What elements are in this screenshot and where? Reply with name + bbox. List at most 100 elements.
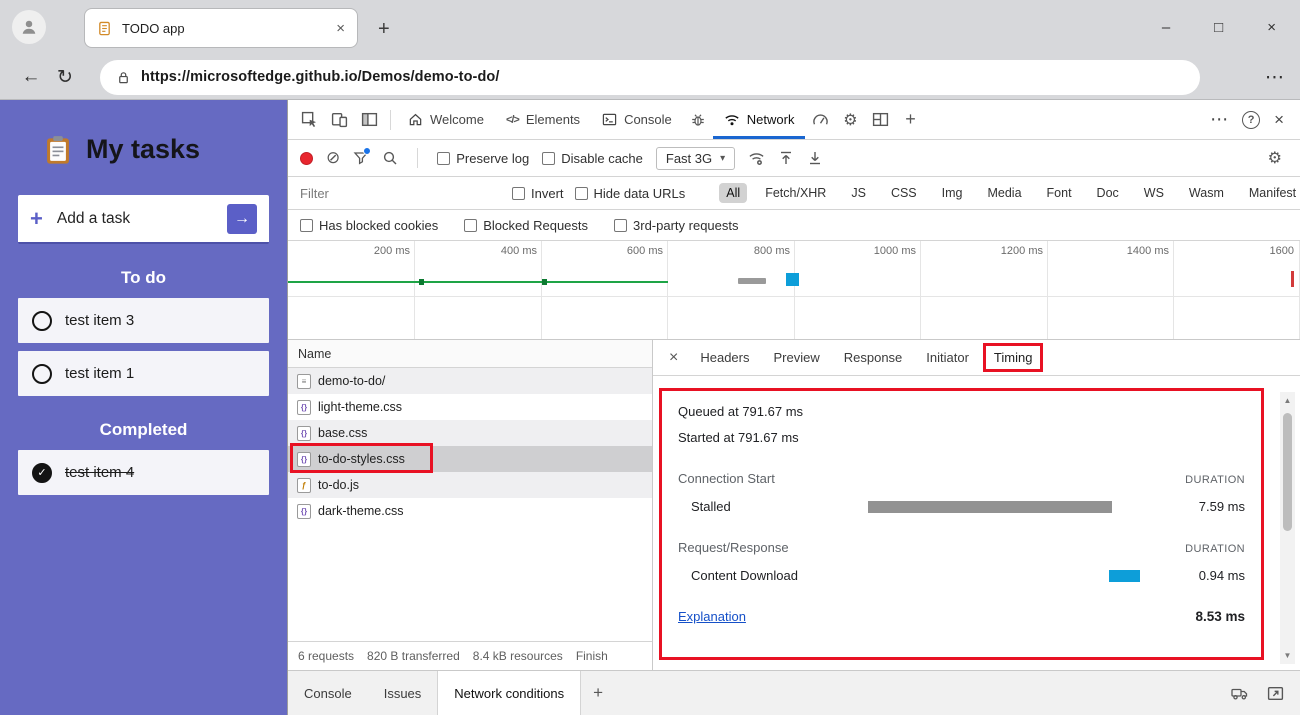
- tab-response[interactable]: Response: [834, 344, 913, 371]
- tab-initiator[interactable]: Initiator: [916, 344, 979, 371]
- search-icon[interactable]: [382, 150, 398, 166]
- disable-cache-checkbox[interactable]: Disable cache: [542, 151, 643, 166]
- tab-close-icon[interactable]: ×: [336, 20, 345, 37]
- back-button[interactable]: ←: [14, 66, 48, 88]
- tab-elements[interactable]: </> Elements: [495, 100, 591, 139]
- clear-button[interactable]: ⊘: [326, 148, 340, 168]
- task-label: test item 3: [65, 312, 135, 329]
- drawer-tab-console[interactable]: Console: [288, 671, 368, 715]
- filter-type-ws[interactable]: WS: [1137, 183, 1171, 203]
- scrollbar-thumb[interactable]: [1283, 413, 1292, 531]
- browser-tab[interactable]: TODO app ×: [84, 8, 358, 48]
- filter-type-font[interactable]: Font: [1040, 183, 1079, 203]
- bug-icon[interactable]: [683, 105, 713, 135]
- request-row[interactable]: {} light-theme.css: [288, 394, 652, 420]
- task-checkbox[interactable]: [32, 363, 52, 384]
- add-panel-button[interactable]: +: [895, 105, 925, 135]
- open-panel-icon[interactable]: [1267, 685, 1284, 702]
- settings-gear-icon[interactable]: ⚙: [835, 105, 865, 135]
- column-header-label: Name: [298, 346, 332, 361]
- profile-avatar[interactable]: [12, 10, 46, 44]
- drawer-tab-network-conditions[interactable]: Network conditions: [437, 671, 582, 715]
- devtools-menu-button[interactable]: ⋯: [1210, 109, 1228, 130]
- close-details-icon[interactable]: ×: [669, 349, 678, 367]
- refresh-button[interactable]: ↻: [48, 66, 82, 89]
- inspect-element-icon[interactable]: [294, 105, 324, 135]
- drawer-tab-issues[interactable]: Issues: [368, 671, 438, 715]
- timeline-tick-label: 600 ms: [626, 245, 663, 257]
- tab-headers[interactable]: Headers: [690, 344, 759, 371]
- details-scrollbar[interactable]: ▲ ▼: [1280, 392, 1295, 664]
- checkbox-label: Blocked Requests: [483, 217, 589, 233]
- filter-toggle-icon[interactable]: [353, 147, 372, 166]
- filter-type-doc[interactable]: Doc: [1090, 183, 1126, 203]
- submit-task-button[interactable]: →: [227, 203, 257, 234]
- new-tab-button[interactable]: +: [378, 18, 390, 41]
- record-button[interactable]: [300, 151, 313, 165]
- device-toolbar-icon[interactable]: [324, 105, 354, 135]
- scroll-up-icon[interactable]: ▲: [1284, 392, 1292, 409]
- task-item[interactable]: test item 1: [18, 351, 269, 396]
- has-blocked-cookies-checkbox[interactable]: Has blocked cookies: [300, 218, 438, 233]
- third-party-requests-checkbox[interactable]: 3rd-party requests: [614, 218, 739, 233]
- explanation-link[interactable]: Explanation: [678, 609, 746, 624]
- truck-icon[interactable]: [1231, 685, 1249, 701]
- completed-task-item[interactable]: ✓ test item 4: [18, 450, 269, 495]
- performance-gauge-icon[interactable]: [805, 105, 835, 135]
- layout-panels-icon[interactable]: [865, 105, 895, 135]
- toggle-panel-icon[interactable]: [354, 105, 384, 135]
- filter-type-fetch-xhr[interactable]: Fetch/XHR: [758, 183, 833, 203]
- filter-type-media[interactable]: Media: [980, 183, 1028, 203]
- import-har-icon[interactable]: [778, 150, 794, 166]
- stalled-bar-area: [868, 500, 1165, 513]
- export-har-icon[interactable]: [807, 150, 823, 166]
- filter-type-img[interactable]: Img: [935, 183, 970, 203]
- add-task-button[interactable]: + Add a task →: [18, 195, 269, 244]
- request-row[interactable]: {} base.css: [288, 420, 652, 446]
- request-row[interactable]: {} dark-theme.css: [288, 498, 652, 524]
- window-maximize-button[interactable]: □: [1214, 19, 1223, 36]
- tab-welcome[interactable]: Welcome: [397, 100, 495, 139]
- task-checkbox[interactable]: [32, 310, 52, 331]
- network-settings-gear-icon[interactable]: ⚙: [1268, 148, 1282, 168]
- address-bar[interactable]: https://microsoftedge.github.io/Demos/de…: [100, 59, 1200, 95]
- scroll-down-icon[interactable]: ▼: [1284, 647, 1292, 664]
- task-checkbox-checked[interactable]: ✓: [32, 462, 52, 483]
- throttling-dropdown[interactable]: Fast 3G ▾: [655, 146, 736, 170]
- checkbox-label: Invert: [531, 185, 564, 201]
- close-devtools-button[interactable]: ×: [1274, 110, 1284, 130]
- window-close-button[interactable]: ×: [1267, 19, 1276, 36]
- filter-type-css[interactable]: CSS: [884, 183, 924, 203]
- tab-console[interactable]: Console: [591, 100, 683, 139]
- checkbox-box: [464, 218, 478, 232]
- network-conditions-icon[interactable]: [748, 150, 765, 167]
- tab-network[interactable]: Network: [713, 100, 806, 139]
- help-icon[interactable]: ?: [1242, 110, 1261, 129]
- task-item[interactable]: test item 3: [18, 298, 269, 343]
- request-name: to-do.js: [318, 478, 359, 492]
- filter-type-all[interactable]: All: [719, 183, 748, 203]
- request-row-selected[interactable]: {} to-do-styles.css: [288, 446, 652, 472]
- request-row[interactable]: ≡ demo-to-do/: [288, 368, 652, 394]
- filter-type-js[interactable]: JS: [844, 183, 873, 203]
- name-column-header[interactable]: Name: [288, 340, 652, 368]
- todo-section-heading: To do: [121, 268, 166, 287]
- add-drawer-tab-button[interactable]: +: [581, 671, 615, 715]
- task-label: test item 4: [65, 464, 135, 481]
- filter-type-wasm[interactable]: Wasm: [1182, 183, 1231, 203]
- window-minimize-button[interactable]: –: [1162, 19, 1170, 36]
- browser-menu-button[interactable]: ⋯: [1265, 66, 1284, 89]
- hide-data-urls-checkbox[interactable]: Hide data URLs: [574, 186, 685, 201]
- filter-type-manifest[interactable]: Manifest: [1242, 183, 1300, 203]
- preserve-log-checkbox[interactable]: Preserve log: [437, 151, 529, 166]
- tab-preview[interactable]: Preview: [763, 344, 829, 371]
- devtools-tabbar: Welcome </> Elements Console Network ⚙ +…: [288, 100, 1300, 140]
- duration-column-header: DURATION: [1185, 474, 1245, 486]
- invert-checkbox[interactable]: Invert: [512, 186, 564, 201]
- filter-input[interactable]: [298, 184, 478, 202]
- devtools-panel: Welcome </> Elements Console Network ⚙ +…: [287, 100, 1300, 715]
- network-overview-timeline[interactable]: 200 ms 400 ms 600 ms 800 ms 1000 ms 1200…: [288, 241, 1300, 340]
- tab-timing[interactable]: Timing: [982, 343, 1044, 372]
- blocked-requests-checkbox[interactable]: Blocked Requests: [464, 218, 588, 233]
- request-row[interactable]: ƒ to-do.js: [288, 472, 652, 498]
